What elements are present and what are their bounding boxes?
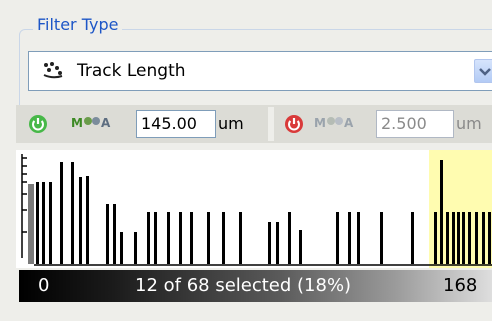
filter-type-dropdown[interactable]: Track Length [28,51,492,91]
track-icon [42,61,64,81]
histogram-bar [167,212,170,264]
histogram-bar [288,212,291,264]
histogram-bar [120,232,123,264]
histogram-bar [452,212,455,264]
histogram-bar [457,212,460,264]
histogram-bar [488,212,491,264]
histogram-plot[interactable] [16,150,492,268]
histogram-bar [482,212,485,264]
threshold-low-unit: um [218,114,244,133]
power-green-icon[interactable] [28,114,48,134]
histogram-bar [440,160,443,264]
threshold-controls: MA 145.00 um MA 2.500 um [16,105,492,143]
histogram-bar [86,176,89,264]
histogram-bar [446,212,449,264]
power-red-icon[interactable] [284,114,304,134]
histogram-bar [299,230,302,264]
histogram-bar [239,212,242,264]
histogram-bar [113,204,116,264]
histogram-bar [190,212,193,264]
threshold-high-unit: um [456,114,482,133]
threshold-high-input[interactable]: 2.500 [376,110,454,138]
chevron-down-icon[interactable] [474,59,492,83]
histogram-bar [475,212,478,264]
histogram-min-label: 0 [38,275,50,296]
histogram-bar [411,212,414,264]
histogram-bar [207,212,210,264]
threshold-separator [268,107,274,141]
histogram-bar [462,212,465,264]
histogram-max-label: 168 [443,275,478,296]
auto-threshold-high-icon[interactable]: MA [314,115,353,135]
histogram-bar [154,212,157,264]
histogram-bar [106,204,109,264]
filter-type-value: Track Length [77,61,186,81]
histogram-bar [79,177,82,264]
threshold-low-input[interactable]: 145.00 [136,110,216,138]
auto-threshold-low-icon[interactable]: MA [71,115,110,135]
histogram-bar [434,212,437,264]
histogram-bar [71,162,74,264]
histogram-bar [222,212,225,264]
histogram-bar [179,212,182,264]
histogram-bar [134,232,137,264]
histogram-bar [147,212,150,264]
histogram-bar [60,162,63,264]
histogram-bar [276,222,279,264]
histogram-range-bar: 0 12 of 68 selected (18%) 168 [19,270,492,302]
histogram-bar [357,212,360,264]
histogram-bar [348,212,351,264]
histogram-bar [268,222,271,264]
histogram-bar [468,212,471,264]
histogram-bar [336,212,339,264]
histogram-bar [380,212,383,264]
filter-type-legend: Filter Type [33,15,123,35]
selection-summary: 12 of 68 selected (18%) [135,275,352,296]
